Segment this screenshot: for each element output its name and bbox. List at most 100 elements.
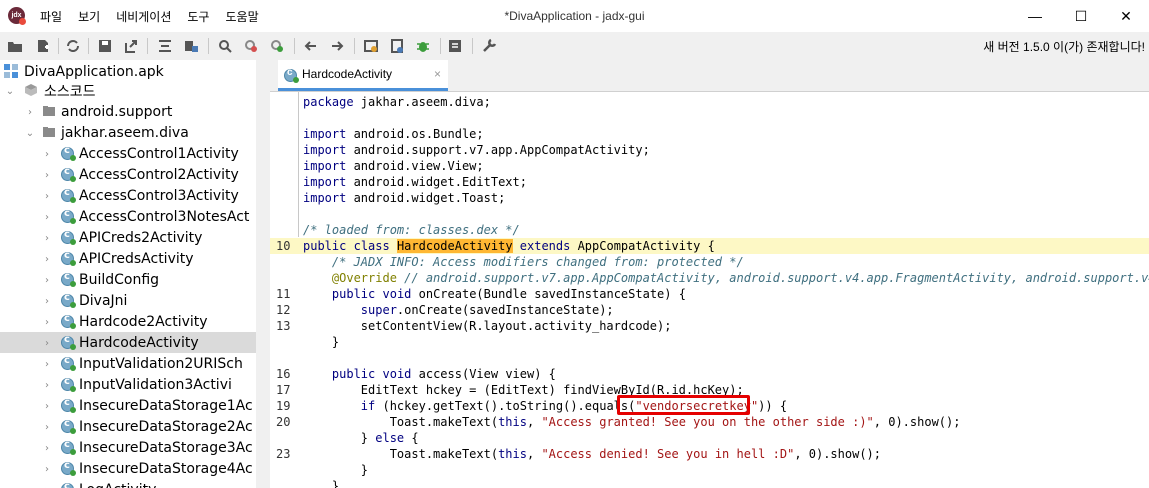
log-icon[interactable] (388, 37, 406, 55)
search-icon[interactable] (216, 37, 234, 55)
chevron-right-icon[interactable]: › (42, 359, 52, 370)
code-line[interactable] (270, 350, 1149, 366)
flatten-icon[interactable] (156, 37, 174, 55)
code-line[interactable]: 23 Toast.makeText(this, "Access denied! … (270, 446, 1149, 462)
chevron-right-icon[interactable]: › (42, 191, 52, 202)
tree-class-item[interactable]: › InsecureDataStorage2Ac (0, 416, 256, 437)
find-class-icon[interactable] (268, 37, 286, 55)
tree-package-android-support[interactable]: › android.support (0, 101, 256, 122)
code-line[interactable]: 16 public void access(View view) { (270, 366, 1149, 382)
minimize-button[interactable]: — (1012, 0, 1058, 32)
tab-close-icon[interactable]: × (434, 67, 441, 81)
tree-class-item[interactable]: › DivaJni (0, 290, 256, 311)
chevron-right-icon[interactable]: › (42, 380, 52, 391)
code-line[interactable]: } else { (270, 430, 1149, 446)
menu-view[interactable]: 보기 (78, 8, 100, 25)
chevron-right-icon[interactable]: › (42, 170, 52, 181)
tree-class-label: InputValidation2URISch (79, 355, 243, 372)
chevron-down-icon[interactable]: ⌄ (5, 86, 15, 97)
code-line[interactable]: } (270, 334, 1149, 350)
tree-class-item[interactable]: › APICreds2Activity (0, 227, 256, 248)
code-line[interactable]: import android.support.v7.app.AppCompatA… (270, 142, 1149, 158)
add-files-icon[interactable] (34, 37, 52, 55)
chevron-right-icon[interactable]: › (42, 275, 52, 286)
chevron-right-icon[interactable]: › (42, 212, 52, 223)
chevron-right-icon[interactable]: › (42, 443, 52, 454)
chevron-right-icon[interactable]: › (42, 149, 52, 160)
log-viewer-icon[interactable] (446, 37, 464, 55)
code-line[interactable]: 20 Toast.makeText(this, "Access granted!… (270, 414, 1149, 430)
forward-icon[interactable] (328, 37, 346, 55)
tree-class-item[interactable]: › BuildConfig (0, 269, 256, 290)
menu-file[interactable]: 파일 (40, 8, 62, 25)
code-line[interactable]: import android.widget.Toast; (270, 190, 1149, 206)
tree-class-item[interactable]: › APICredsActivity (0, 248, 256, 269)
debug-icon[interactable] (414, 37, 432, 55)
code-text: /* loaded from: classes.dex */ (303, 223, 520, 237)
code-line[interactable]: } (270, 462, 1149, 478)
code-line[interactable]: 11 public void onCreate(Bundle savedInst… (270, 286, 1149, 302)
code-line[interactable]: package jakhar.aseem.diva; (270, 94, 1149, 110)
code-line[interactable]: 13 setContentView(R.layout.activity_hard… (270, 318, 1149, 334)
code-line[interactable]: /* JADX INFO: Access modifiers changed f… (270, 254, 1149, 270)
code-text: Toast.makeText(this, "Access denied! See… (303, 447, 882, 461)
preferences-icon[interactable] (480, 37, 498, 55)
chevron-right-icon[interactable]: › (42, 464, 52, 475)
code-line[interactable]: } (270, 478, 1149, 488)
tree-package-diva[interactable]: ⌄ jakhar.aseem.diva (0, 122, 256, 143)
maximize-button[interactable]: ☐ (1058, 0, 1104, 32)
tree-class-item[interactable]: › InputValidation2URISch (0, 353, 256, 374)
tree-class-item[interactable]: › AccessControl3NotesAct (0, 206, 256, 227)
code-line[interactable]: 12 super.onCreate(savedInstanceState); (270, 302, 1149, 318)
chevron-right-icon[interactable]: › (42, 254, 52, 265)
menu-tools[interactable]: 도구 (187, 8, 209, 25)
chevron-right-icon[interactable]: › (42, 401, 52, 412)
tree-class-item[interactable]: › AccessControl2Activity (0, 164, 256, 185)
chevron-right-icon[interactable]: › (42, 296, 52, 307)
code-line[interactable]: 10 public class HardcodeActivity extends … (270, 238, 1149, 254)
tree-class-item[interactable]: › HardcodeActivity (0, 332, 256, 353)
code-line[interactable]: import android.os.Bundle; (270, 126, 1149, 142)
code-line[interactable] (270, 110, 1149, 126)
chevron-right-icon[interactable]: › (42, 422, 52, 433)
code-line[interactable]: /* loaded from: classes.dex */ (270, 222, 1149, 238)
tree-class-label: APICredsActivity (79, 250, 194, 267)
code-line[interactable]: import android.view.View; (270, 158, 1149, 174)
close-button[interactable]: ✕ (1103, 0, 1149, 32)
code-editor[interactable]: package jakhar.aseem.diva; import android… (270, 91, 1149, 488)
panel-splitter[interactable] (256, 60, 268, 488)
export-icon[interactable] (122, 37, 140, 55)
save-icon[interactable] (96, 37, 114, 55)
tab-hardcode-activity[interactable]: HardcodeActivity × (278, 60, 448, 91)
chevron-right-icon[interactable]: › (42, 317, 52, 328)
line-number: 16 (276, 367, 291, 381)
package-icon[interactable] (182, 37, 200, 55)
tree-class-item[interactable]: ›LogActivity (0, 479, 256, 488)
chevron-right-icon[interactable]: › (42, 338, 52, 349)
menu-navigation[interactable]: 네비게이션 (116, 8, 171, 25)
code-line[interactable]: import android.widget.EditText; (270, 174, 1149, 190)
code-line[interactable]: @Override // android.support.v7.app.AppC… (270, 270, 1149, 286)
update-notice[interactable]: 새 버전 1.5.0 이(가) 존재합니다! (983, 38, 1145, 55)
tree-class-item[interactable]: › InsecureDataStorage1Ac (0, 395, 256, 416)
sync-icon[interactable] (64, 37, 82, 55)
chevron-right-icon[interactable]: › (25, 107, 35, 118)
tree-class-item[interactable]: › AccessControl3Activity (0, 185, 256, 206)
tree-class-item[interactable]: › InsecureDataStorage4Ac (0, 458, 256, 479)
code-text: } (303, 463, 369, 477)
tree-class-item[interactable]: › InsecureDataStorage3Ac (0, 437, 256, 458)
tree-class-item[interactable]: › AccessControl1Activity (0, 143, 256, 164)
tree-class-item[interactable]: › Hardcode2Activity (0, 311, 256, 332)
tree-source-code[interactable]: ⌄ 소스코드 (0, 80, 256, 101)
find-usage-icon[interactable] (242, 37, 260, 55)
decompile-icon[interactable] (362, 37, 380, 55)
back-icon[interactable] (302, 37, 320, 55)
tree-root-apk[interactable]: DivaApplication.apk (0, 61, 256, 82)
menu-help[interactable]: 도움말 (225, 8, 258, 25)
tree-class-item[interactable]: › InputValidation3Activi (0, 374, 256, 395)
open-icon[interactable] (6, 37, 24, 55)
chevron-down-icon[interactable]: ⌄ (25, 128, 35, 139)
tree-class-label: InputValidation3Activi (79, 376, 232, 393)
chevron-right-icon[interactable]: › (42, 233, 52, 244)
code-line[interactable] (270, 206, 1149, 222)
